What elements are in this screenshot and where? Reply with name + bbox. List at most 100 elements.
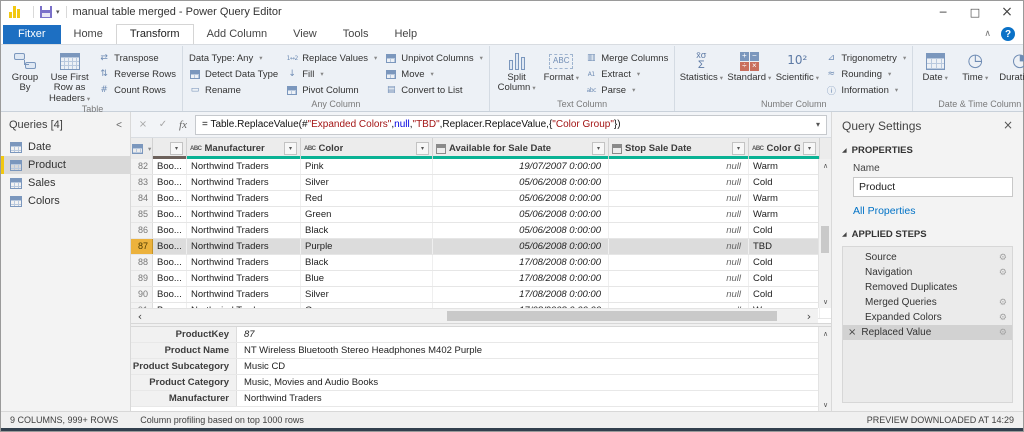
- applied-step-replaced-value[interactable]: ×Replaced Value⚙: [843, 325, 1012, 340]
- date-button[interactable]: Date▾: [916, 48, 954, 99]
- gear-icon[interactable]: ⚙: [999, 298, 1007, 308]
- fill-button[interactable]: ↓ Fill ▾: [283, 67, 380, 81]
- applied-step-source[interactable]: Source⚙: [843, 250, 1012, 265]
- table-row[interactable]: 82Boo...Northwind TradersPink19/07/2007 …: [131, 159, 831, 175]
- status-profiling-note[interactable]: Column profiling based on top 1000 rows: [140, 415, 304, 425]
- all-properties-link[interactable]: All Properties: [853, 205, 1013, 217]
- convert-to-list-button[interactable]: ▤ Convert to List: [382, 83, 486, 97]
- table-row[interactable]: 90Boo...Northwind TradersSilver17/08/200…: [131, 287, 831, 303]
- transpose-button[interactable]: ⇄ Transpose: [95, 51, 179, 65]
- gear-icon[interactable]: ⚙: [999, 313, 1007, 323]
- tab-tools[interactable]: Tools: [330, 25, 382, 44]
- group-by-button[interactable]: Group By: [6, 48, 44, 104]
- information-button[interactable]: ⓘ Information ▾: [822, 83, 909, 97]
- select-all-corner[interactable]: ▾: [131, 138, 153, 159]
- filter-icon[interactable]: ▾: [592, 142, 605, 155]
- duration-button[interactable]: ◔ Duration▾: [996, 48, 1024, 99]
- minimize-button[interactable]: ─: [927, 1, 959, 23]
- delete-step-icon[interactable]: ×: [848, 327, 856, 338]
- query-item-product[interactable]: Product: [1, 156, 130, 174]
- scientific-button[interactable]: 10² Scientific▾: [774, 48, 820, 99]
- properties-section-header[interactable]: ◢ PROPERTIES: [842, 145, 1013, 156]
- query-name-input[interactable]: [853, 177, 1013, 197]
- table-row[interactable]: 88Boo...Northwind TradersBlack17/08/2008…: [131, 255, 831, 271]
- column-header-stop[interactable]: Stop Sale Date▾: [609, 138, 749, 159]
- tab-transform[interactable]: Transform: [116, 24, 194, 44]
- time-button[interactable]: ◷ Time▾: [956, 48, 994, 99]
- filter-icon[interactable]: ▾: [732, 142, 745, 155]
- split-column-button[interactable]: Split Column▾: [493, 48, 540, 99]
- table-row[interactable]: 89Boo...Northwind TradersBlue17/08/2008 …: [131, 271, 831, 287]
- formula-expand-icon[interactable]: ▾: [816, 120, 820, 129]
- count-rows-button[interactable]: # Count Rows: [95, 83, 179, 97]
- format-button[interactable]: ABC Format▾: [542, 48, 580, 99]
- save-icon[interactable]: [40, 6, 52, 18]
- formula-cancel-icon[interactable]: ×: [135, 119, 151, 130]
- tab-help[interactable]: Help: [381, 25, 430, 44]
- tab-home[interactable]: Home: [61, 25, 116, 44]
- tab-add-column[interactable]: Add Column: [194, 25, 281, 44]
- parse-button[interactable]: abc Parse ▾: [582, 83, 671, 97]
- formula-input[interactable]: = Table.ReplaceValue(#"Expanded Colors",…: [195, 115, 827, 135]
- column-header-name[interactable]: ▾: [153, 138, 187, 159]
- gear-icon[interactable]: ⚙: [999, 268, 1007, 278]
- detect-data-type-button[interactable]: Detect Data Type: [186, 67, 281, 81]
- help-icon[interactable]: ?: [1001, 27, 1015, 41]
- applied-step-navigation[interactable]: Navigation⚙: [843, 265, 1012, 280]
- table-row[interactable]: 87Boo...Northwind TradersPurple05/06/200…: [131, 239, 831, 255]
- scroll-left-icon[interactable]: ‹: [133, 309, 147, 323]
- close-pane-icon[interactable]: ×: [1003, 118, 1013, 132]
- standard-button[interactable]: +−÷× Standard▾: [726, 48, 772, 99]
- filter-icon[interactable]: ▾: [170, 142, 183, 155]
- filter-icon[interactable]: ▾: [284, 142, 297, 155]
- scrollbar-thumb[interactable]: [821, 226, 829, 253]
- maximize-button[interactable]: □: [959, 1, 991, 23]
- statistics-button[interactable]: x̄σΣ Statistics▾: [678, 48, 724, 99]
- move-button[interactable]: Move ▾: [382, 67, 486, 81]
- table-row[interactable]: 83Boo...Northwind TradersSilver05/06/200…: [131, 175, 831, 191]
- rename-button[interactable]: ▭ Rename: [186, 83, 281, 97]
- rounding-button[interactable]: ≈ Rounding ▾: [822, 67, 909, 81]
- filter-icon[interactable]: ▾: [803, 142, 816, 155]
- applied-step-removed-duplicates[interactable]: Removed Duplicates: [843, 280, 1012, 295]
- gear-icon[interactable]: ⚙: [999, 328, 1007, 338]
- extract-button[interactable]: A1 Extract ▾: [582, 67, 671, 81]
- formula-confirm-icon[interactable]: ✓: [155, 119, 171, 130]
- filter-icon[interactable]: ▾: [416, 142, 429, 155]
- table-row[interactable]: 84Boo...Northwind TradersRed05/06/2008 0…: [131, 191, 831, 207]
- unpivot-columns-button[interactable]: Unpivot Columns ▾: [382, 51, 486, 65]
- scroll-down-icon[interactable]: ∨: [819, 295, 831, 308]
- applied-step-merged-queries[interactable]: Merged Queries⚙: [843, 295, 1012, 310]
- gear-icon[interactable]: ⚙: [999, 253, 1007, 263]
- scroll-up-icon[interactable]: ∧: [819, 159, 831, 172]
- replace-values-button[interactable]: 1↔2 Replace Values ▾: [283, 51, 380, 65]
- query-item-date[interactable]: Date: [1, 138, 130, 156]
- column-header-available[interactable]: Available for Sale Date▾: [433, 138, 609, 159]
- merge-columns-button[interactable]: ▥ Merge Columns: [582, 51, 671, 65]
- column-header-manufacturer[interactable]: ABCManufacturer▾: [187, 138, 301, 159]
- detail-vertical-scrollbar[interactable]: ∧ ∨: [818, 327, 831, 411]
- query-item-sales[interactable]: Sales: [1, 174, 130, 192]
- tab-fitxer[interactable]: Fitxer: [3, 25, 61, 44]
- collapse-ribbon-icon[interactable]: ∧: [984, 29, 991, 39]
- trigonometry-button[interactable]: ⊿ Trigonometry ▾: [822, 51, 909, 65]
- quick-access-caret-icon[interactable]: ▾: [56, 8, 60, 16]
- column-header-color[interactable]: ABCColor▾: [301, 138, 433, 159]
- reverse-rows-button[interactable]: ⇅ Reverse Rows: [95, 67, 179, 81]
- query-item-colors[interactable]: Colors: [1, 192, 130, 210]
- applied-steps-section-header[interactable]: ◢ APPLIED STEPS: [842, 229, 1013, 240]
- applied-step-expanded-colors[interactable]: Expanded Colors⚙: [843, 310, 1012, 325]
- pivot-column-button[interactable]: Pivot Column: [283, 83, 380, 97]
- data-type-button[interactable]: Data Type: Any ▾: [186, 51, 281, 65]
- close-button[interactable]: ×: [991, 1, 1023, 23]
- scroll-up-icon[interactable]: ∧: [819, 327, 831, 340]
- column-header-group[interactable]: ABCColor Group▾: [749, 138, 820, 159]
- use-first-row-as-headers-button[interactable]: Use First Row as Headers▾: [46, 48, 93, 104]
- scroll-right-icon[interactable]: ›: [802, 309, 816, 323]
- collapse-queries-pane-icon[interactable]: <: [116, 120, 122, 131]
- horizontal-scrollbar[interactable]: ‹ ›: [131, 308, 818, 323]
- table-row[interactable]: 85Boo...Northwind TradersGreen05/06/2008…: [131, 207, 831, 223]
- scroll-down-icon[interactable]: ∨: [819, 398, 831, 411]
- table-row[interactable]: 86Boo...Northwind TradersBlack05/06/2008…: [131, 223, 831, 239]
- scrollbar-thumb[interactable]: [447, 311, 777, 321]
